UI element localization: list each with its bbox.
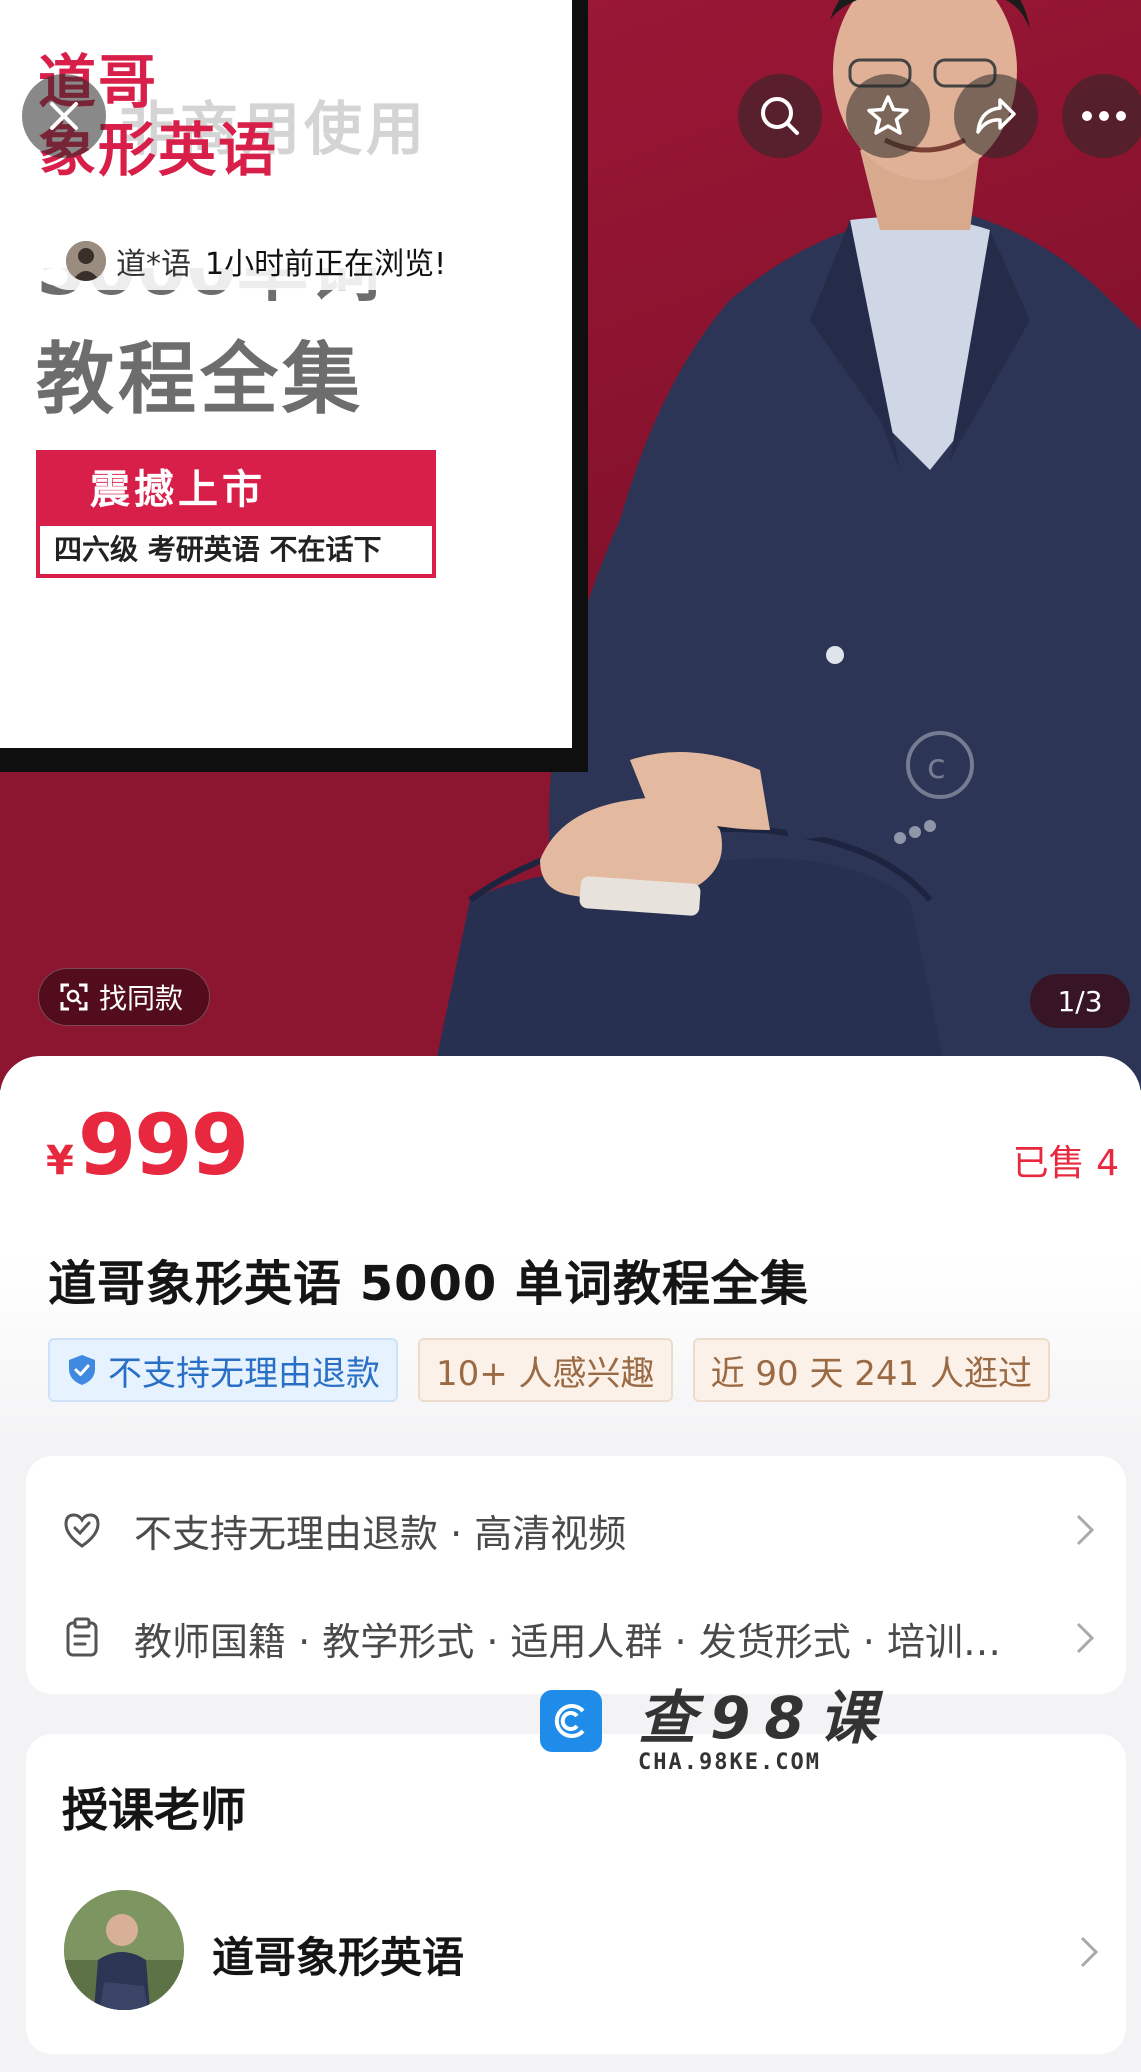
service-info-box: 不支持无理由退款 · 高清视频 教师国籍 · 教学形式 · 适用人群 · 发货形…: [26, 1456, 1126, 1694]
search-button[interactable]: [738, 74, 822, 158]
find-similar-button[interactable]: 找同款: [38, 968, 211, 1026]
service-row[interactable]: 不支持无理由退款 · 高清视频: [60, 1500, 1110, 1560]
sold-count: 已售 4: [1012, 1143, 1119, 1184]
poster-subtitle: 教程全集: [36, 335, 365, 425]
tag-refund-policy: 不支持无理由退款: [48, 1338, 398, 1402]
poster-banner-tagline: 四六级 考研英语 不在话下: [54, 533, 382, 566]
product-title: 道哥象形英语 5000 单词教程全集: [48, 1256, 810, 1312]
chevron-right-icon: [1076, 1514, 1095, 1546]
teacher-avatar[interactable]: [64, 1890, 184, 2010]
tag-visits: 近 90 天 241 人逛过: [692, 1338, 1050, 1402]
browse-user: 道*语: [116, 247, 191, 282]
scan-icon: [60, 983, 88, 1011]
price-value: 999: [77, 1096, 249, 1194]
teacher-name[interactable]: 道哥象形英语: [212, 1924, 464, 1985]
search-icon: [761, 97, 799, 135]
image-page-indicator: 1/3: [1030, 974, 1130, 1028]
product-detail-page: c 非商用使用 道哥 象形英语 5000单词 教程全集 震撼上市 四六级 考研英…: [0, 0, 1141, 2072]
poster-banner: 震撼上市 四六级 考研英语 不在话下: [36, 450, 436, 578]
teacher-section: 授课老师 道哥象形英语: [26, 1734, 1126, 2054]
star-icon: [867, 95, 909, 135]
tag-label: 10+ 人感兴趣: [436, 1353, 655, 1394]
browser-avatar: [66, 241, 106, 281]
share-button[interactable]: [954, 74, 1038, 158]
site-logo-icon: [540, 1690, 602, 1752]
site-name: 查98课: [638, 1684, 891, 1752]
heart-shield-icon: [60, 1508, 104, 1552]
chevron-right-icon[interactable]: [1078, 1934, 1100, 1970]
close-button[interactable]: [22, 74, 106, 158]
price: ¥ 999: [46, 1096, 249, 1194]
params-row[interactable]: 教师国籍 · 教学形式 · 适用人群 · 发货形式 · 培训…: [60, 1608, 1110, 1668]
find-similar-label: 找同款: [99, 982, 184, 1015]
browse-notice: 道*语 1小时前正在浏览!: [40, 232, 530, 290]
product-image-carousel[interactable]: c 非商用使用 道哥 象形英语 5000单词 教程全集 震撼上市 四六级 考研英…: [0, 0, 1141, 1090]
site-url: CHA.98KE.COM: [638, 1750, 821, 1775]
teacher-heading: 授课老师: [62, 1783, 246, 1837]
close-icon: [50, 102, 78, 130]
poster-banner-headline: 震撼上市: [40, 454, 432, 526]
site-watermark: 查98课 CHA.98KE.COM: [540, 1686, 891, 1775]
service-row-text: 不支持无理由退款 · 高清视频: [134, 1511, 627, 1556]
price-currency: ¥: [46, 1138, 74, 1184]
share-icon: [976, 98, 1016, 134]
product-tags: 不支持无理由退款 10+ 人感兴趣 近 90 天 241 人逛过: [48, 1338, 1050, 1402]
clipboard-icon: [60, 1616, 104, 1660]
browse-text: 1小时前正在浏览!: [205, 247, 447, 282]
params-row-text: 教师国籍 · 教学形式 · 适用人群 · 发货形式 · 培训…: [134, 1619, 1001, 1664]
tag-label: 不支持无理由退款: [108, 1353, 380, 1394]
tag-label: 近 90 天 241 人逛过: [710, 1353, 1032, 1394]
more-button[interactable]: [1062, 74, 1141, 158]
shield-check-icon: [69, 1355, 95, 1385]
tag-interested: 10+ 人感兴趣: [418, 1338, 673, 1402]
more-icon: [1082, 111, 1126, 121]
chevron-right-icon: [1076, 1622, 1095, 1654]
favorite-button[interactable]: [846, 74, 930, 158]
svg-text:c: c: [927, 747, 946, 787]
